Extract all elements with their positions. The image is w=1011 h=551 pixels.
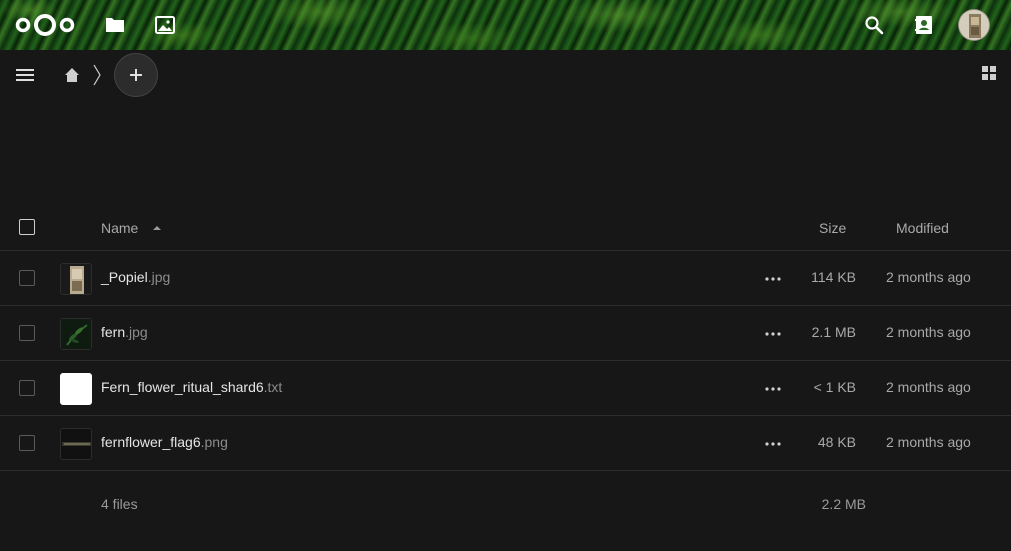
file-name[interactable]: Fern_flower_ritual_shard6.txt bbox=[101, 379, 282, 395]
home-icon[interactable] bbox=[63, 66, 81, 84]
file-size: < 1 KB bbox=[813, 379, 856, 395]
size-column-header[interactable]: Size bbox=[819, 220, 846, 236]
row-checkbox[interactable] bbox=[19, 380, 35, 396]
more-actions-icon[interactable] bbox=[764, 270, 782, 288]
file-thumbnail[interactable] bbox=[60, 318, 92, 350]
file-modified: 2 months ago bbox=[886, 434, 971, 450]
file-extension: .jpg bbox=[147, 269, 171, 285]
more-actions-icon[interactable] bbox=[764, 380, 782, 398]
folder-icon[interactable] bbox=[103, 13, 127, 37]
user-avatar[interactable] bbox=[958, 9, 990, 41]
file-row[interactable]: _Popiel.jpg 114 KB 2 months ago bbox=[0, 251, 1011, 306]
contacts-icon[interactable] bbox=[912, 13, 936, 37]
row-checkbox[interactable] bbox=[19, 435, 35, 451]
file-name[interactable]: _Popiel.jpg bbox=[101, 269, 170, 285]
file-basename: fernflower_flag6 bbox=[101, 434, 201, 450]
file-table-header: Name Size Modified bbox=[0, 205, 1011, 251]
text-file-icon bbox=[61, 374, 91, 404]
modified-column-header[interactable]: Modified bbox=[896, 220, 949, 236]
image-banner-icon bbox=[61, 429, 91, 459]
file-basename: _Popiel bbox=[101, 269, 148, 285]
total-size: 2.2 MB bbox=[821, 496, 866, 512]
file-extension: .txt bbox=[263, 379, 283, 395]
file-row[interactable]: Fern_flower_ritual_shard6.txt < 1 KB 2 m… bbox=[0, 361, 1011, 416]
more-actions-icon[interactable] bbox=[764, 435, 782, 453]
file-name[interactable]: fern.jpg bbox=[101, 324, 148, 340]
file-summary-row: 4 files 2.2 MB bbox=[0, 471, 1011, 536]
row-checkbox[interactable] bbox=[19, 325, 35, 341]
file-thumbnail[interactable] bbox=[60, 428, 92, 460]
row-checkbox[interactable] bbox=[19, 270, 35, 286]
file-modified: 2 months ago bbox=[886, 324, 971, 340]
plus-icon bbox=[130, 69, 142, 81]
file-row[interactable]: fern.jpg 2.1 MB 2 months ago bbox=[0, 306, 1011, 361]
file-count: 4 files bbox=[101, 496, 138, 512]
file-thumbnail[interactable] bbox=[60, 373, 92, 405]
file-size: 48 KB bbox=[817, 434, 856, 450]
file-basename: Fern_flower_ritual_shard6 bbox=[101, 379, 264, 395]
file-modified: 2 months ago bbox=[886, 379, 971, 395]
nextcloud-logo[interactable] bbox=[14, 12, 76, 38]
file-name[interactable]: fernflower_flag6.png bbox=[101, 434, 228, 450]
hamburger-icon[interactable] bbox=[16, 68, 34, 82]
file-modified: 2 months ago bbox=[886, 269, 971, 285]
sort-ascending-icon bbox=[153, 226, 161, 230]
app-header bbox=[0, 0, 1011, 50]
select-all-checkbox[interactable] bbox=[19, 219, 35, 235]
header-background bbox=[0, 0, 1011, 50]
file-size: 114 KB bbox=[811, 269, 856, 285]
photo-fern-icon bbox=[61, 319, 91, 349]
more-actions-icon[interactable] bbox=[764, 325, 782, 343]
file-size: 2.1 MB bbox=[811, 324, 856, 340]
new-file-button[interactable] bbox=[114, 53, 158, 97]
file-thumbnail[interactable] bbox=[60, 263, 92, 295]
file-basename: fern bbox=[101, 324, 126, 340]
name-column-header[interactable]: Name bbox=[101, 220, 138, 236]
image-icon[interactable] bbox=[153, 13, 177, 37]
files-toolbar bbox=[0, 50, 1011, 100]
breadcrumb-separator-icon bbox=[93, 64, 101, 86]
photo-portrait-icon bbox=[61, 264, 91, 294]
file-extension: .jpg bbox=[125, 324, 148, 340]
grid-view-icon[interactable] bbox=[981, 65, 997, 81]
file-row[interactable]: fernflower_flag6.png 48 KB 2 months ago bbox=[0, 416, 1011, 471]
search-icon[interactable] bbox=[862, 13, 886, 37]
file-extension: .png bbox=[200, 434, 228, 450]
